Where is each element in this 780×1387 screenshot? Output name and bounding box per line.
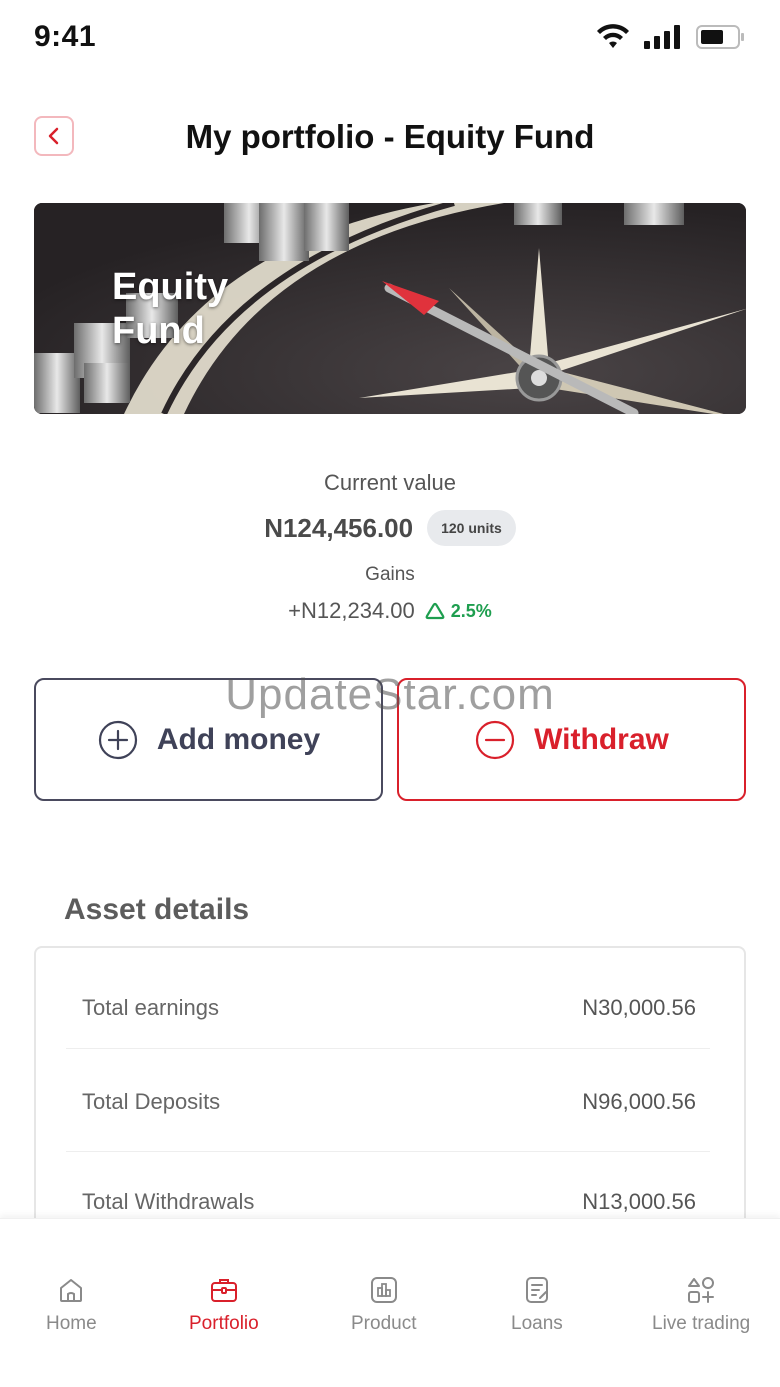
grid-icon xyxy=(688,1277,715,1303)
gains-percent: 2.5% xyxy=(425,601,492,622)
withdraw-button[interactable]: Withdraw xyxy=(397,678,746,801)
gains-amount: +N12,234.00 xyxy=(288,598,415,623)
withdraw-label: Withdraw xyxy=(534,722,669,756)
briefcase-icon xyxy=(210,1279,237,1302)
status-icons xyxy=(596,24,746,50)
asset-row-earnings: Total earnings N30,000.56 xyxy=(66,958,710,1058)
minus-circle-icon xyxy=(476,720,515,759)
nav-item-product[interactable]: Product xyxy=(351,1275,416,1335)
current-value-row: N124,456.00 120 units xyxy=(0,510,780,546)
asset-row-label: Total Withdrawals xyxy=(82,1189,255,1214)
header: My portfolio - Equity Fund xyxy=(0,110,780,170)
asset-row-label: Total earnings xyxy=(82,995,219,1020)
current-value-amount: N124,456.00 xyxy=(264,512,414,543)
asset-details-card: Total earnings N30,000.56 Total Deposits… xyxy=(34,946,746,1246)
nav-item-loans[interactable]: Loans xyxy=(511,1275,563,1335)
nav-label: Product xyxy=(351,1313,417,1334)
page-title: My portfolio - Equity Fund xyxy=(185,118,595,155)
fund-banner: Equity Fund xyxy=(34,203,746,414)
asset-row-value: N13,000.56 xyxy=(582,1189,696,1214)
row-divider xyxy=(66,1048,710,1049)
gains-row: +N12,234.00 2.5% xyxy=(0,598,780,624)
plus-circle-icon xyxy=(98,720,137,759)
units-badge: 120 units xyxy=(427,510,516,546)
asset-row-value: N96,000.56 xyxy=(582,1089,696,1114)
nav-label: Live trading xyxy=(652,1313,751,1334)
chart-icon xyxy=(370,1277,397,1303)
home-icon xyxy=(60,1279,83,1302)
add-money-label: Add money xyxy=(156,722,321,756)
current-value-label: Current value xyxy=(323,470,457,495)
battery-icon xyxy=(696,25,744,49)
asset-details-title: Asset details xyxy=(64,893,250,926)
hero-title: Equity Fund xyxy=(112,266,229,352)
add-money-button[interactable]: Add money xyxy=(34,678,383,801)
asset-row-value: N30,000.56 xyxy=(582,995,696,1020)
gains-percent-value: 2.5% xyxy=(450,600,492,621)
nav-label: Loans xyxy=(511,1313,563,1334)
asset-row-deposits: Total Deposits N96,000.56 xyxy=(66,1052,710,1152)
triangle-up-icon xyxy=(425,602,445,620)
nav-label: Portfolio xyxy=(189,1313,259,1334)
status-bar: 9:41 xyxy=(0,0,780,80)
asset-row-label: Total Deposits xyxy=(82,1089,221,1114)
status-time: 9:41 xyxy=(34,20,97,53)
wifi-icon xyxy=(597,24,629,48)
nav-item-home[interactable]: Home xyxy=(46,1275,97,1335)
bottom-nav: Home Portfolio Product Loans Live tradin… xyxy=(0,1218,780,1387)
nav-item-portfolio[interactable]: Portfolio xyxy=(189,1275,259,1335)
document-icon xyxy=(525,1277,548,1303)
gains-label: Gains xyxy=(365,564,415,585)
nav-item-live-trading[interactable]: Live trading xyxy=(652,1275,750,1335)
signal-icon xyxy=(644,25,680,49)
portfolio-summary: Current value N124,456.00 120 units Gain… xyxy=(0,470,780,624)
nav-label: Home xyxy=(46,1313,97,1334)
